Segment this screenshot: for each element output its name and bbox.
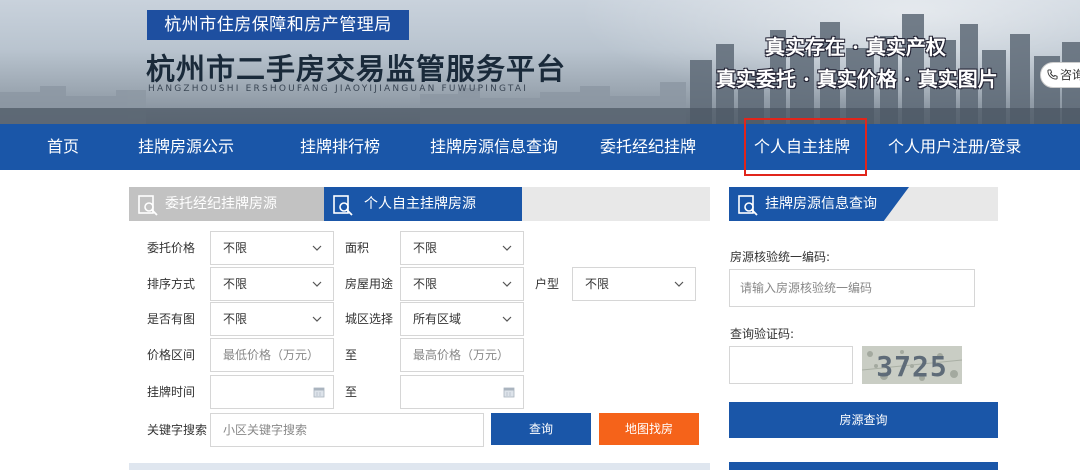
- sort-value: 不限: [223, 277, 248, 291]
- captcha-text: 3725: [876, 350, 947, 383]
- verification-code-placeholder: 请输入房源核验统一编码: [740, 281, 873, 295]
- phone-icon: [1047, 69, 1058, 80]
- max-price-input[interactable]: 最高价格（万元）: [400, 338, 524, 372]
- max-price-placeholder: 最高价格（万元）: [413, 348, 510, 362]
- district-label: 城区选择: [345, 312, 394, 326]
- listing-time-label: 挂牌时间: [147, 385, 196, 399]
- consult-button[interactable]: 咨询: [1040, 62, 1080, 88]
- header-banner: 杭州市住房保障和房产管理局 杭州市二手房交易监管服务平台 HANGZHOUSHI…: [0, 0, 1080, 124]
- calendar-icon: [503, 387, 515, 398]
- tab-self-listings[interactable]: 个人自主挂牌房源: [324, 187, 522, 221]
- has-photo-label: 是否有图: [147, 312, 196, 326]
- listing-time-start-input[interactable]: [210, 375, 334, 409]
- chevron-down-icon: [502, 245, 512, 251]
- listing-query-submit-button[interactable]: 房源查询: [729, 402, 998, 438]
- nav-highlight-box: [744, 118, 867, 176]
- keyword-search-input[interactable]: 小区关键字搜索: [210, 413, 484, 447]
- listing-time-end-input[interactable]: [400, 375, 524, 409]
- listing-tabs: 委托经纪挂牌房源 个人自主挂牌房源: [129, 187, 710, 221]
- tab-agent-listings-label: 委托经纪挂牌房源: [165, 196, 277, 212]
- usage-value: 不限: [413, 277, 438, 291]
- nav-item-agent-listing[interactable]: 委托经纪挂牌: [600, 124, 696, 170]
- info-query-title-text: 挂牌房源信息查询: [765, 196, 877, 212]
- usage-label: 房屋用途: [345, 277, 394, 291]
- keyword-placeholder: 小区关键字搜索: [223, 423, 308, 437]
- chevron-down-icon: [502, 281, 512, 287]
- info-query-title: 挂牌房源信息查询: [729, 187, 909, 221]
- has-photo-value: 不限: [223, 312, 248, 326]
- slogan-line-2: 真实委托 · 真实价格 · 真实图片: [716, 67, 998, 91]
- nav-item-listing-query[interactable]: 挂牌房源信息查询: [430, 124, 558, 170]
- calendar-icon: [313, 387, 325, 398]
- captcha-label: 查询验证码:: [730, 327, 795, 341]
- consult-label: 咨询: [1060, 68, 1080, 82]
- chevron-down-icon: [674, 281, 684, 287]
- next-section-header-strip: [729, 462, 998, 470]
- search-doc-icon: [333, 195, 353, 216]
- verification-code-label: 房源核验统一编码:: [730, 250, 831, 264]
- captcha-input[interactable]: [729, 346, 853, 384]
- commission-price-label: 委托价格: [147, 241, 196, 255]
- chevron-down-icon: [502, 316, 512, 322]
- listing-time-to: 至: [345, 385, 358, 399]
- area-select[interactable]: 不限: [400, 231, 524, 265]
- org-name-badge: 杭州市住房保障和房产管理局: [147, 10, 409, 40]
- chevron-down-icon: [312, 316, 322, 322]
- site-title-pinyin: HANGZHOUSHI ERSHOUFANG JIAOYIJIANGUAN FU…: [148, 84, 529, 94]
- usage-select[interactable]: 不限: [400, 267, 524, 301]
- commission-price-value: 不限: [223, 241, 248, 255]
- area-label: 面积: [345, 241, 370, 255]
- captcha-image[interactable]: 3725: [862, 346, 962, 384]
- search-doc-icon: [138, 195, 158, 216]
- commission-price-select[interactable]: 不限: [210, 231, 334, 265]
- district-value: 所有区域: [413, 312, 462, 326]
- search-doc-icon: [738, 195, 758, 216]
- listing-results-header-strip: [129, 463, 710, 470]
- chevron-down-icon: [312, 281, 322, 287]
- nav-item-register-login[interactable]: 个人用户注册/登录: [888, 124, 1021, 170]
- sort-label: 排序方式: [147, 277, 196, 291]
- main-nav: 首页 挂牌房源公示 挂牌排行榜 挂牌房源信息查询 委托经纪挂牌 个人自主挂牌 个…: [0, 124, 1080, 170]
- site-title: 杭州市二手房交易监管服务平台: [146, 52, 567, 86]
- min-price-placeholder: 最低价格（万元）: [223, 348, 320, 362]
- slogan-line-1: 真实存在 · 真实产权: [765, 35, 946, 59]
- keyword-label: 关键字搜索: [147, 423, 208, 437]
- price-range-to: 至: [345, 348, 358, 362]
- nav-item-listing-publicity[interactable]: 挂牌房源公示: [138, 124, 234, 170]
- min-price-input[interactable]: 最低价格（万元）: [210, 338, 334, 372]
- district-select[interactable]: 所有区域: [400, 302, 524, 336]
- layout-label: 户型: [535, 277, 560, 291]
- tab-agent-listings[interactable]: 委托经纪挂牌房源: [129, 187, 324, 221]
- verification-code-input[interactable]: 请输入房源核验统一编码: [729, 269, 975, 307]
- area-value: 不限: [413, 241, 438, 255]
- layout-value: 不限: [585, 277, 610, 291]
- nav-item-ranking[interactable]: 挂牌排行榜: [300, 124, 380, 170]
- sort-select[interactable]: 不限: [210, 267, 334, 301]
- query-button[interactable]: 查询: [491, 413, 591, 445]
- layout-select[interactable]: 不限: [572, 267, 696, 301]
- map-search-button[interactable]: 地图找房: [599, 413, 699, 445]
- tab-self-listings-label: 个人自主挂牌房源: [364, 196, 476, 212]
- nav-item-home[interactable]: 首页: [47, 124, 79, 170]
- has-photo-select[interactable]: 不限: [210, 302, 334, 336]
- chevron-down-icon: [312, 245, 322, 251]
- price-range-label: 价格区间: [147, 348, 196, 362]
